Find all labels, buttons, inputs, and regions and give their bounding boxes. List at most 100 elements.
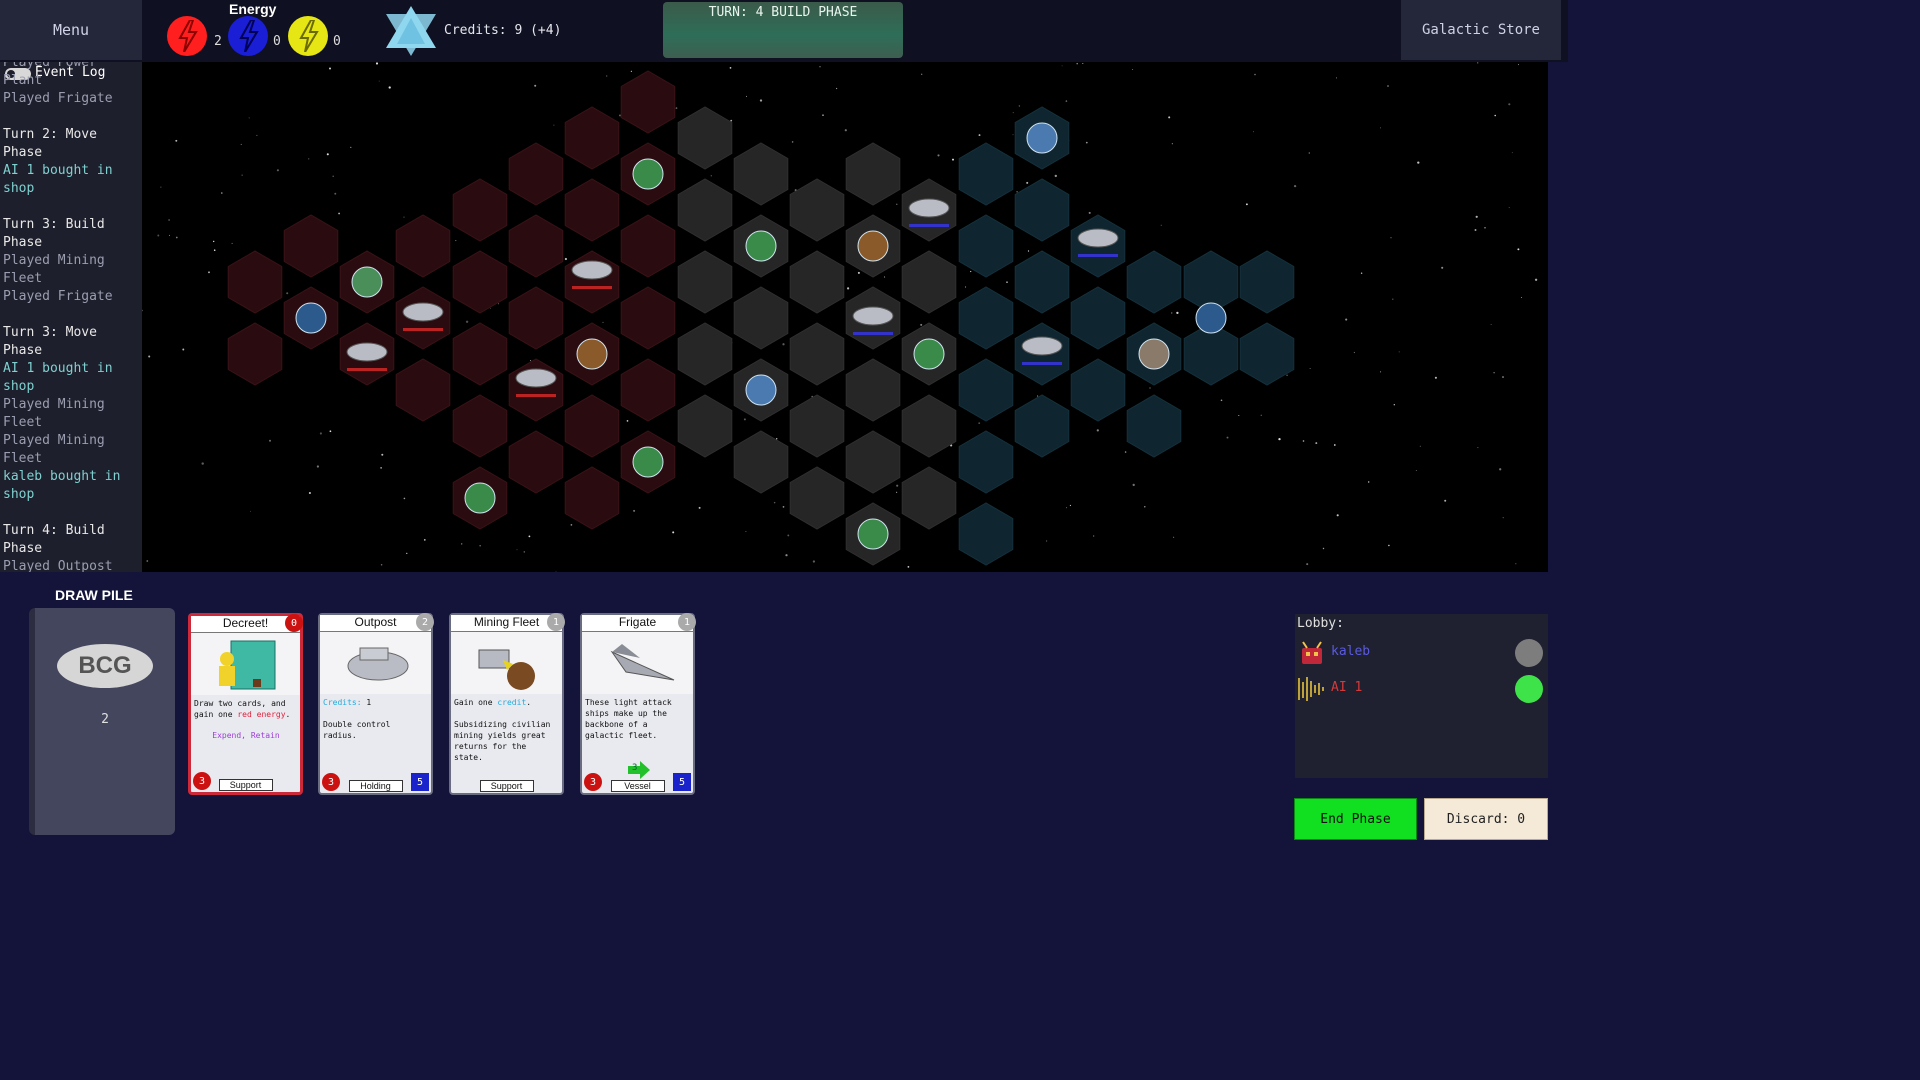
ship-icon[interactable]	[571, 260, 613, 280]
hex-tile[interactable]	[901, 394, 957, 458]
credits-label: Credits: 9 (+4)	[444, 23, 562, 38]
hex-tile[interactable]	[845, 142, 901, 206]
star	[1511, 152, 1513, 154]
hex-tile[interactable]	[1126, 250, 1182, 314]
hex-tile[interactable]	[620, 70, 676, 134]
hex-tile[interactable]	[845, 430, 901, 494]
hex-tile[interactable]	[1014, 394, 1070, 458]
star	[329, 430, 332, 433]
hex-tile[interactable]	[620, 286, 676, 350]
hex-tile[interactable]	[227, 250, 283, 314]
game-board[interactable]	[142, 62, 1548, 572]
ship-icon[interactable]	[515, 368, 557, 388]
hex-tile[interactable]	[1014, 178, 1070, 242]
planet-icon[interactable]	[576, 338, 608, 370]
hex-map[interactable]	[142, 62, 1548, 572]
planet-icon[interactable]	[745, 374, 777, 406]
hex-tile[interactable]	[677, 178, 733, 242]
hex-tile[interactable]	[227, 322, 283, 386]
hex-tile[interactable]	[958, 214, 1014, 278]
hex-tile[interactable]	[789, 178, 845, 242]
hex-tile[interactable]	[1239, 322, 1295, 386]
hex-tile[interactable]	[789, 322, 845, 386]
hand-card-outpost[interactable]: Outpost 2 Credits: 1 Double control radius…	[318, 613, 434, 795]
hex-tile[interactable]	[564, 250, 620, 314]
hex-tile[interactable]	[677, 250, 733, 314]
hex-tile[interactable]	[508, 142, 564, 206]
star	[1093, 535, 1095, 537]
hex-tile[interactable]	[958, 142, 1014, 206]
hex-tile[interactable]	[789, 394, 845, 458]
hex-tile[interactable]	[283, 214, 339, 278]
hex-tile[interactable]	[564, 178, 620, 242]
planet-icon[interactable]	[295, 302, 327, 334]
discard-button[interactable]: Discard: 0	[1424, 798, 1548, 840]
star	[1132, 69, 1134, 70]
hex-tile[interactable]	[677, 322, 733, 386]
hex-tile[interactable]	[901, 466, 957, 530]
ship-icon[interactable]	[852, 306, 894, 326]
end-phase-button[interactable]: End Phase	[1294, 798, 1417, 840]
hand-card-frigate[interactable]: Frigate 1 These light attack ships make up…	[580, 613, 696, 795]
hex-tile[interactable]	[620, 214, 676, 278]
hex-tile[interactable]	[452, 322, 508, 386]
ship-icon[interactable]	[1021, 336, 1063, 356]
hex-tile[interactable]	[564, 394, 620, 458]
menu-button[interactable]: Menu	[0, 0, 142, 60]
hex-tile[interactable]	[958, 430, 1014, 494]
hex-tile[interactable]	[733, 430, 789, 494]
hex-tile[interactable]	[508, 286, 564, 350]
galactic-store-button[interactable]: Galactic Store	[1401, 0, 1561, 60]
hex-tile[interactable]	[789, 466, 845, 530]
hex-tile[interactable]	[789, 250, 845, 314]
hex-tile[interactable]	[733, 142, 789, 206]
planet-icon[interactable]	[1026, 122, 1058, 154]
hex-tile[interactable]	[901, 250, 957, 314]
draw-pile[interactable]: BCG 2	[29, 608, 175, 835]
planet-icon[interactable]	[913, 338, 945, 370]
planet-icon[interactable]	[464, 482, 496, 514]
star	[1012, 134, 1014, 136]
hex-tile[interactable]	[1126, 394, 1182, 458]
hex-tile[interactable]	[677, 106, 733, 170]
hex-tile[interactable]	[508, 358, 564, 422]
hand-card-mining-fleet[interactable]: Mining Fleet 1 Gain one credit. Subsidizin…	[449, 613, 565, 795]
ship-icon[interactable]	[402, 302, 444, 322]
hex-tile[interactable]	[564, 106, 620, 170]
hex-tile[interactable]	[1070, 358, 1126, 422]
ship-icon[interactable]	[908, 198, 950, 218]
planet-icon[interactable]	[632, 158, 664, 190]
planet-icon[interactable]	[857, 230, 889, 262]
hex-tile[interactable]	[958, 358, 1014, 422]
hex-tile[interactable]	[452, 394, 508, 458]
planet-icon[interactable]	[351, 266, 383, 298]
hex-tile[interactable]	[564, 466, 620, 530]
hex-tile[interactable]	[677, 394, 733, 458]
hex-tile[interactable]	[452, 178, 508, 242]
hex-tile[interactable]	[508, 214, 564, 278]
event-log-entry: Played Mining Fleet	[3, 397, 113, 430]
hex-tile[interactable]	[395, 358, 451, 422]
hex-tile[interactable]	[845, 358, 901, 422]
planet-icon[interactable]	[1138, 338, 1170, 370]
planet-icon[interactable]	[1195, 302, 1227, 334]
hex-tile[interactable]	[1070, 286, 1126, 350]
hand-card-decreet[interactable]: Decreet! 0 Draw two cards, and gain one re…	[188, 613, 303, 795]
star	[332, 175, 334, 177]
ship-icon[interactable]	[346, 342, 388, 362]
hex-tile[interactable]	[958, 286, 1014, 350]
hex-tile[interactable]	[733, 286, 789, 350]
planet-icon[interactable]	[745, 230, 777, 262]
star	[157, 234, 160, 237]
star	[1367, 481, 1370, 483]
ship-icon[interactable]	[1077, 228, 1119, 248]
hex-tile[interactable]	[1014, 250, 1070, 314]
hex-tile[interactable]	[395, 214, 451, 278]
star	[523, 551, 526, 553]
planet-icon[interactable]	[857, 518, 889, 550]
hex-tile[interactable]	[620, 358, 676, 422]
hex-tile[interactable]	[1239, 250, 1295, 314]
planet-icon[interactable]	[632, 446, 664, 478]
hex-tile[interactable]	[958, 502, 1014, 566]
hex-tile[interactable]	[508, 430, 564, 494]
